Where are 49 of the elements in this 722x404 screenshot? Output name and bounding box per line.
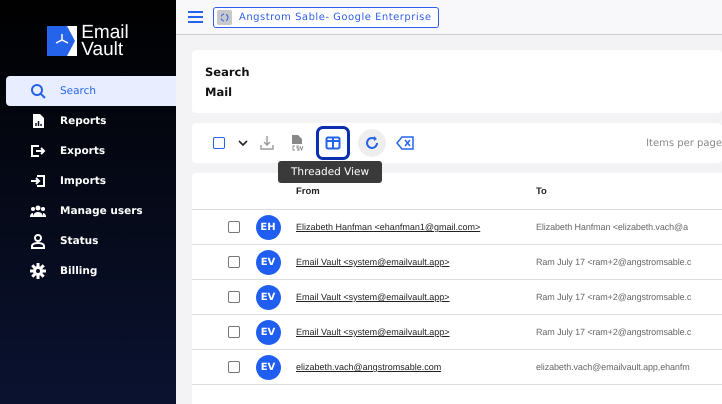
sender-link[interactable]: Elizabeth Hanfman <ehanfman1@gmail.com>: [296, 222, 480, 232]
report-icon: [30, 113, 46, 129]
avatar: EH: [256, 214, 280, 240]
sender-link[interactable]: Email Vault <system@emailvault.app>: [296, 257, 450, 267]
sidebar-item[interactable]: Manage users: [6, 196, 176, 226]
avatar: EV: [256, 320, 280, 344]
page-title: Mail: [205, 84, 234, 100]
recipient-text: Ram July 17 <ram+2@angstromsable.c: [536, 327, 692, 337]
avatar: EV: [256, 354, 280, 380]
sidebar-item[interactable]: Status: [6, 226, 176, 256]
row-checkbox[interactable]: [228, 361, 240, 373]
account-selector[interactable]: Angstrom Sable- Google Enterprise: [213, 6, 439, 28]
import-icon: [30, 173, 46, 189]
gear-icon: [30, 263, 46, 279]
recipient-text: elizabeth.vach@emailvault.app,ehanfm: [536, 362, 690, 372]
sidebar-item[interactable]: Reports: [6, 106, 176, 136]
logo-icon: [47, 26, 78, 56]
sender-link[interactable]: Email Vault <system@emailvault.app>: [296, 327, 450, 337]
row-checkbox[interactable]: [228, 221, 240, 233]
select-all-checkbox[interactable]: [213, 137, 225, 149]
menu-icon[interactable]: [188, 11, 203, 23]
person-icon: [30, 233, 46, 249]
row-checkbox[interactable]: [228, 256, 240, 268]
sender-link[interactable]: Email Vault <system@emailvault.app>: [296, 292, 450, 302]
logo-text: Email: [81, 24, 129, 41]
search-icon: [30, 83, 46, 99]
column-header: To: [536, 186, 547, 196]
avatar: EV: [256, 284, 280, 310]
tooltip: Threaded View: [278, 161, 382, 183]
sidebar-item[interactable]: Billing: [6, 256, 176, 286]
account-icon: [217, 10, 232, 24]
caret-icon[interactable]: [238, 138, 248, 148]
row-checkbox[interactable]: [228, 291, 240, 303]
sidebar-item[interactable]: Imports: [6, 166, 176, 196]
row-checkbox[interactable]: [228, 326, 240, 338]
users-icon: [30, 203, 46, 219]
page-title: Search: [205, 64, 251, 80]
avatar: EV: [256, 250, 280, 274]
refresh-icon[interactable]: [358, 129, 386, 157]
logo-text: Vault: [81, 41, 124, 58]
sender-link[interactable]: elizabeth.vach@angstromsable.com: [296, 362, 442, 372]
recipient-text: Ram July 17 <ram+2@angstromsable.c: [536, 257, 692, 267]
export-icon: [30, 143, 46, 159]
sidebar-item[interactable]: Search: [6, 76, 176, 106]
sidebar-item[interactable]: Exports: [6, 136, 176, 166]
recipient-text: Elizabeth Hanfman <elizabeth.vach@a: [536, 222, 688, 232]
recipient-text: Ram July 17 <ram+2@angstromsable.c: [536, 292, 692, 302]
items-per-page-label: Items per page: [646, 138, 722, 148]
column-header: From: [296, 186, 320, 196]
